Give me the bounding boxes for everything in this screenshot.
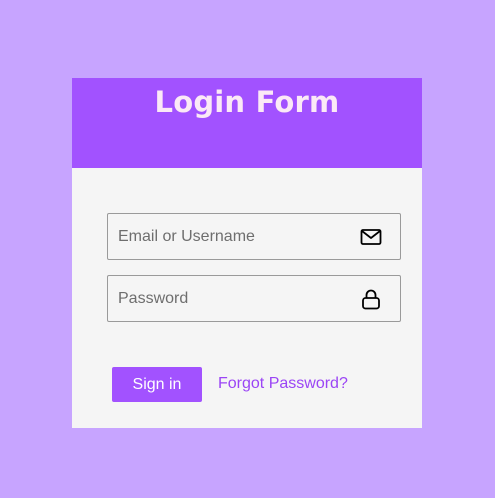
password-input[interactable] — [108, 276, 358, 321]
lock-icon — [360, 288, 382, 310]
login-card-header: Login Form — [72, 78, 422, 168]
mail-icon — [360, 226, 382, 248]
login-card: Login Form Sign in Forgot Password? — [72, 78, 422, 428]
page-title: Login Form — [154, 85, 340, 119]
email-input[interactable] — [108, 214, 358, 259]
forgot-password-link[interactable]: Forgot Password? — [218, 375, 348, 393]
password-field[interactable] — [107, 275, 401, 322]
email-field[interactable] — [107, 213, 401, 260]
signin-button[interactable]: Sign in — [112, 367, 202, 402]
